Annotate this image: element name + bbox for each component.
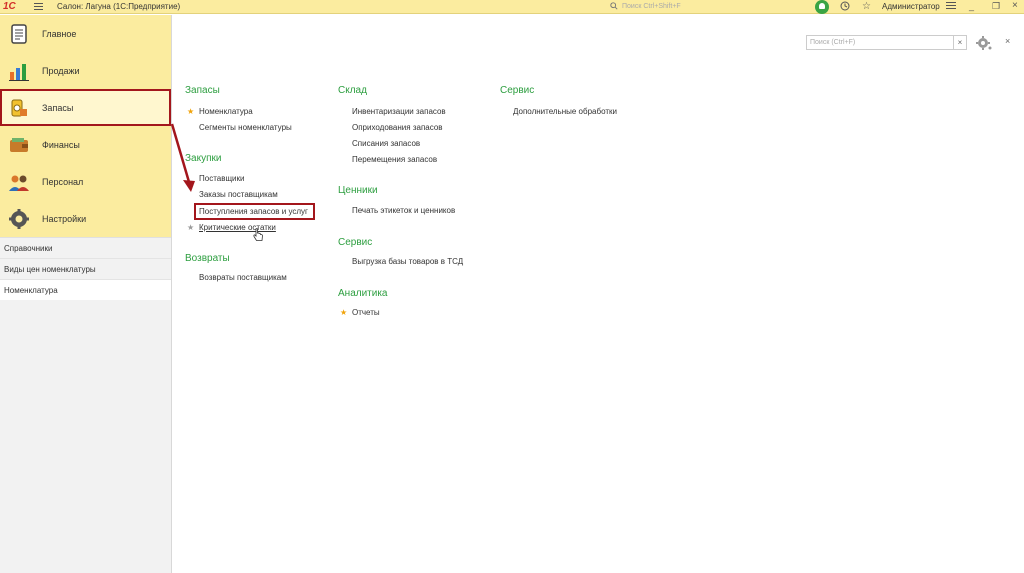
link-kriticheskie-ostatki[interactable]: Критические остатки [199, 223, 276, 232]
favorites-star-icon[interactable]: ☆ [862, 1, 871, 13]
nav-item-spravochniki[interactable]: Справочники [0, 238, 171, 259]
section-label: Продажи [42, 66, 80, 76]
sidebar: Главное Продажи Запасы Финансы Персонал [0, 15, 172, 573]
clear-search-icon[interactable]: × [954, 35, 967, 50]
sidebar-empty-area [0, 300, 171, 573]
group-title-zakupki: Закупки [185, 153, 222, 164]
section-label: Финансы [42, 140, 80, 150]
section-label: Главное [42, 29, 77, 39]
section-label: Персонал [42, 177, 84, 187]
minimize-icon[interactable]: _ [969, 1, 974, 11]
section-zapasy[interactable]: Запасы [0, 89, 171, 126]
link-pechat-etiketok[interactable]: Печать этикеток и ценников [352, 206, 455, 215]
link-vozvraty-postavshchikam[interactable]: Возвраты поставщикам [199, 273, 287, 282]
favorite-star-icon[interactable]: ★ [187, 108, 194, 116]
link-peremeshcheniya[interactable]: Перемещения запасов [352, 155, 437, 164]
link-vygruzka-tsd[interactable]: Выгрузка базы товаров в ТСД [352, 257, 463, 266]
close-window-icon[interactable]: × [1012, 0, 1018, 11]
global-search-input[interactable]: Поиск Ctrl+Shift+F [610, 1, 810, 13]
history-icon[interactable] [840, 1, 850, 15]
search-icon [610, 2, 618, 15]
link-inventarizacii[interactable]: Инвентаризации запасов [352, 107, 446, 116]
user-name[interactable]: Администратор [882, 2, 940, 11]
app-title: Салон: Лагуна (1С:Предприятие) [57, 2, 181, 11]
notifications-bell-icon[interactable] [815, 0, 829, 14]
restore-icon[interactable]: ❐ [992, 1, 1000, 12]
settings-menu-icon[interactable] [946, 2, 956, 12]
favorite-star-icon[interactable]: ★ [187, 224, 194, 232]
nav-item-vidy-cen[interactable]: Виды цен номенклатуры [0, 259, 171, 280]
sales-chart-icon [8, 60, 30, 82]
stock-icon [8, 97, 30, 119]
link-dopolnitelnye-obrabotki[interactable]: Дополнительные обработки [513, 107, 617, 116]
sections-panel: Главное Продажи Запасы Финансы Персонал [0, 15, 171, 237]
nav-item-nomenklatura[interactable]: Номенклатура [0, 280, 171, 301]
section-prodazhi[interactable]: Продажи [0, 52, 171, 89]
hand-cursor-icon [252, 228, 264, 242]
section-nastrojki[interactable]: Настройки [0, 200, 171, 237]
link-postavshchiki[interactable]: Поставщики [199, 174, 245, 183]
group-title-cenniki: Ценники [338, 185, 378, 196]
wallet-icon [8, 134, 30, 156]
group-title-analitika: Аналитика [338, 288, 388, 299]
section-personal[interactable]: Персонал [0, 163, 171, 200]
link-otchety[interactable]: Отчеты [352, 308, 380, 317]
group-title-servis-right: Сервис [500, 85, 535, 96]
gear-icon [8, 208, 30, 230]
link-segmenty[interactable]: Сегменты номенклатуры [199, 123, 292, 132]
link-zakazy-postavshchikam[interactable]: Заказы поставщикам [199, 190, 278, 199]
group-title-servis: Сервис [338, 237, 373, 248]
group-title-sklad: Склад [338, 85, 367, 96]
close-panel-icon[interactable]: × [1005, 36, 1010, 46]
title-bar: 1С Салон: Лагуна (1С:Предприятие) Поиск … [0, 0, 1024, 14]
panel-settings-gear-icon[interactable] [976, 35, 992, 51]
panel-search-input[interactable]: Поиск (Ctrl+F) [806, 35, 954, 50]
section-label: Настройки [42, 214, 87, 224]
global-search-placeholder: Поиск Ctrl+Shift+F [622, 3, 681, 10]
people-icon [8, 171, 30, 193]
link-nomenklatura[interactable]: Номенклатура [199, 107, 253, 116]
section-glavnoe[interactable]: Главное [0, 15, 171, 52]
link-spisaniya[interactable]: Списания запасов [352, 139, 420, 148]
link-postupleniya[interactable]: Поступления запасов и услуг [199, 207, 308, 216]
section-finansy[interactable]: Финансы [0, 126, 171, 163]
main-menu-icon[interactable] [34, 3, 43, 11]
section-panel: Поиск (Ctrl+F) × × Запасы ★ Номенклатура… [173, 15, 1024, 573]
link-oprihodovaniya[interactable]: Оприходования запасов [352, 123, 443, 132]
app-logo[interactable]: 1С [3, 1, 23, 13]
navigation-list: Справочники Виды цен номенклатуры Номенк… [0, 237, 171, 301]
section-label: Запасы [42, 103, 74, 113]
favorite-star-icon[interactable]: ★ [340, 309, 347, 317]
group-title-vozvraty: Возвраты [185, 253, 230, 264]
group-title-zapasy: Запасы [185, 85, 220, 96]
notepad-icon [8, 23, 30, 45]
